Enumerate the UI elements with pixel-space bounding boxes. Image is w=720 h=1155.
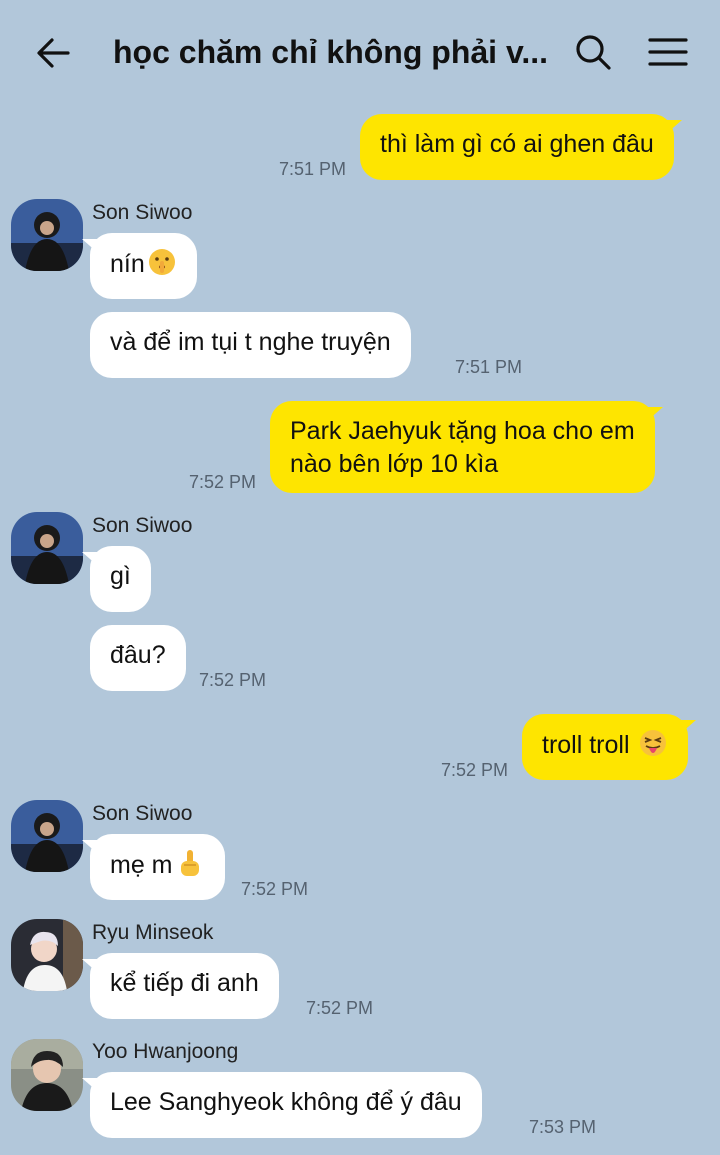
my-message-bubble[interactable]: troll troll: [522, 714, 697, 780]
message-time: 7:52 PM: [241, 879, 309, 899]
message-time: 7:51 PM: [279, 159, 347, 179]
their-message-bubble[interactable]: và để im tụi t nghe truyện: [90, 312, 411, 378]
search-icon: [576, 35, 611, 70]
my-message-bubble[interactable]: Park Jaehyuk tặng hoa cho em nào bên lớp…: [270, 401, 663, 493]
arrow-left-icon: [37, 38, 70, 68]
middle-finger-emoji: [180, 850, 199, 876]
chat-header: học chăm chỉ không phải v...: [0, 0, 720, 104]
hamburger-menu-icon: [648, 38, 688, 66]
message-text: thì làm gì có ai ghen đâu: [380, 130, 654, 158]
avatar-ryu-minseok[interactable]: [11, 919, 83, 991]
sender-name: Son Siwoo: [92, 514, 193, 537]
shushing-face-emoji: [148, 249, 175, 275]
their-message-bubble[interactable]: đâu?: [90, 625, 186, 691]
message-text: và để im tụi t nghe truyện: [110, 328, 391, 356]
their-message-bubble[interactable]: kể tiếp đi anh: [82, 953, 279, 1019]
sender-name: Son Siwoo: [92, 802, 193, 825]
back-button[interactable]: [30, 28, 80, 78]
sender-name: Yoo Hwanjoong: [92, 1040, 239, 1063]
their-message-bubble[interactable]: gì: [82, 546, 151, 612]
avatar-son-siwoo[interactable]: [11, 199, 83, 271]
message-text-line: Park Jaehyuk tặng hoa cho em: [290, 417, 635, 445]
avatar-son-siwoo[interactable]: [11, 512, 83, 584]
message-text: troll troll: [542, 731, 630, 759]
message-time: 7:53 PM: [529, 1117, 597, 1137]
message-time: 7:52 PM: [441, 760, 509, 780]
profile-photo-icon: [11, 199, 83, 271]
sender-name: Ryu Minseok: [92, 921, 214, 944]
their-message-bubble[interactable]: Lee Sanghyeok không để ý đâu: [82, 1072, 482, 1138]
tongue-out-face-emoji: [640, 730, 667, 756]
message-time: 7:52 PM: [199, 670, 267, 690]
avatar-son-siwoo[interactable]: [11, 800, 83, 872]
sender-name: Son Siwoo: [92, 201, 193, 224]
message-time: 7:51 PM: [455, 357, 523, 377]
message-time: 7:52 PM: [306, 998, 374, 1018]
message-text: gì: [110, 562, 131, 590]
message-text: kể tiếp đi anh: [110, 969, 259, 997]
message-text-line: nào bên lớp 10 kìa: [290, 450, 499, 478]
profile-photo-icon: [11, 512, 83, 584]
menu-button[interactable]: [642, 28, 694, 76]
message-text: mẹ m: [110, 851, 173, 879]
profile-photo-icon: [11, 800, 83, 872]
their-message-bubble[interactable]: nín: [82, 233, 197, 299]
my-message-bubble[interactable]: thì làm gì có ai ghen đâu: [360, 114, 682, 180]
message-text: Lee Sanghyeok không để ý đâu: [110, 1088, 462, 1116]
message-text: nín: [110, 250, 145, 278]
their-message-bubble[interactable]: mẹ m: [82, 834, 225, 900]
message-time: 7:52 PM: [189, 472, 257, 492]
profile-photo-icon: [11, 919, 83, 991]
chat-title: học chăm chỉ không phải v...: [113, 34, 549, 70]
search-button[interactable]: [570, 28, 618, 76]
profile-photo-icon: [11, 1039, 83, 1111]
message-text: đâu?: [110, 641, 166, 669]
avatar-yoo-hwanjoong[interactable]: [11, 1039, 83, 1111]
